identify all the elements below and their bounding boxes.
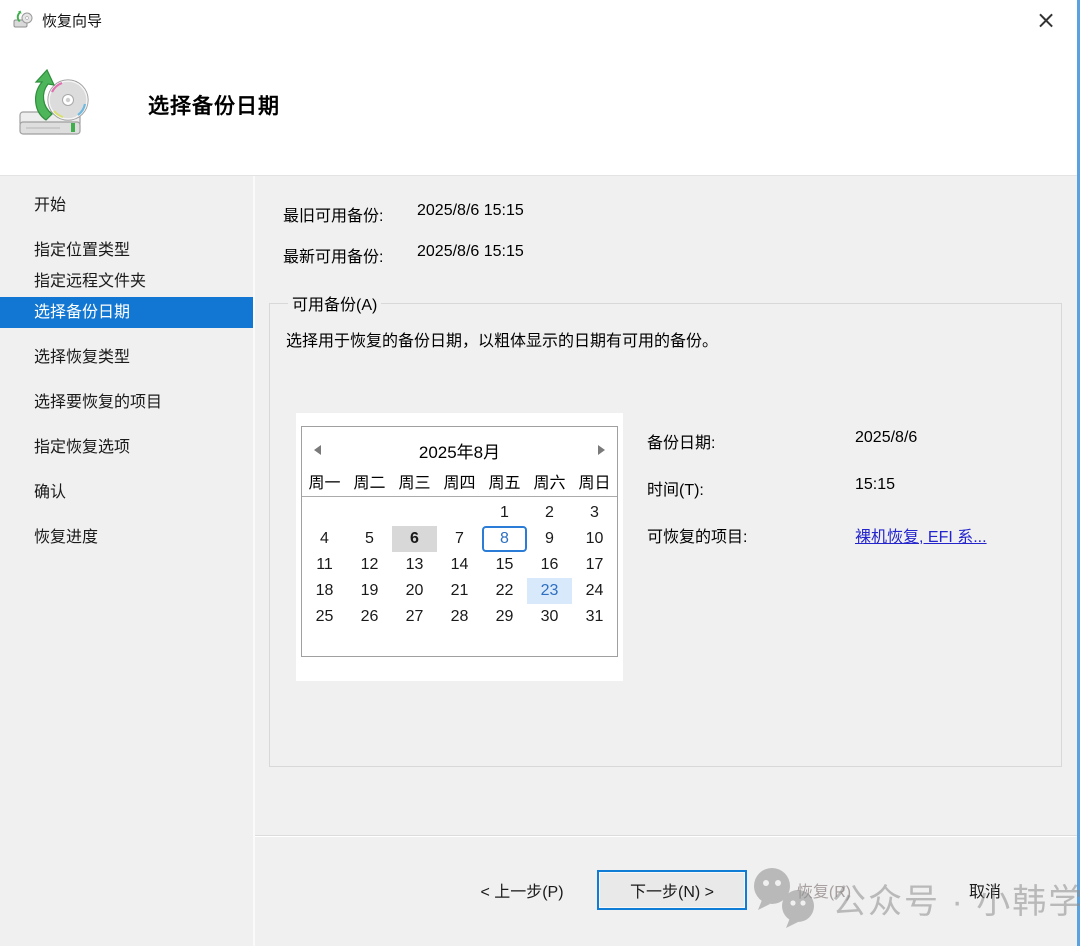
calendar-day[interactable]: 20: [392, 578, 437, 604]
calendar-day[interactable]: 6: [392, 526, 437, 552]
content-area: 最旧可用备份: 2025/8/6 15:15 最新可用备份: 2025/8/6 …: [255, 176, 1077, 835]
newest-backup-label: 最新可用备份:: [283, 243, 417, 267]
app-icon: [13, 10, 33, 30]
backup-details: 备份日期:2025/8/6时间(T):15:15可恢复的项目:裸机恢复, EFI…: [647, 429, 987, 681]
window-title: 恢复向导: [42, 10, 102, 31]
cancel-button[interactable]: 取消: [929, 870, 1041, 910]
next-button[interactable]: 下一步(N) >: [597, 870, 747, 910]
calendar-day[interactable]: 22: [482, 578, 527, 604]
detail-label: 可恢复的项目:: [647, 523, 855, 547]
previous-button[interactable]: < 上一步(P): [457, 870, 587, 910]
sidebar-item: 恢复进度: [0, 522, 253, 553]
sidebar-steps: 开始指定位置类型指定远程文件夹选择备份日期选择恢复类型选择要恢复的项目指定恢复选…: [0, 176, 255, 946]
newest-backup-row: 最新可用备份: 2025/8/6 15:15: [283, 243, 1062, 267]
calendar-day[interactable]: 21: [437, 578, 482, 604]
sidebar-item: 指定位置类型: [0, 235, 253, 266]
weekday-label: 周三: [392, 469, 437, 493]
calendar-day[interactable]: 24: [572, 578, 617, 604]
close-icon[interactable]: ×: [1029, 5, 1063, 35]
weekday-label: 周二: [347, 469, 392, 493]
detail-label: 备份日期:: [647, 429, 855, 453]
calendar-details-row: 2025年8月 周一周二周三周四周五周六周日 12345678910111213…: [284, 413, 1047, 681]
calendar-day[interactable]: 7: [437, 526, 482, 552]
calendar-day[interactable]: 1: [482, 500, 527, 526]
detail-row: 备份日期:2025/8/6: [647, 429, 987, 453]
detail-row: 可恢复的项目:裸机恢复, EFI 系...: [647, 523, 987, 547]
page-title: 选择备份日期: [148, 90, 280, 120]
calendar-day[interactable]: 3: [572, 500, 617, 526]
titlebar: 恢复向导 ×: [0, 0, 1077, 40]
weekday-label: 周日: [572, 469, 617, 493]
wizard-body: 开始指定位置类型指定远程文件夹选择备份日期选择恢复类型选择要恢复的项目指定恢复选…: [0, 176, 1077, 946]
weekday-label: 周五: [482, 469, 527, 493]
calendar-day[interactable]: 5: [347, 526, 392, 552]
calendar-day[interactable]: 27: [392, 604, 437, 630]
weekday-label: 周四: [437, 469, 482, 493]
sidebar-item: 选择要恢复的项目: [0, 387, 253, 418]
calendar-day[interactable]: 16: [527, 552, 572, 578]
recovery-wizard-window: 恢复向导 ×: [0, 0, 1080, 946]
oldest-backup-row: 最旧可用备份: 2025/8/6 15:15: [283, 202, 1062, 226]
calendar-day[interactable]: 18: [302, 578, 347, 604]
calendar-day[interactable]: 25: [302, 604, 347, 630]
calendar-grid: 1234567891011121314151617181920212223242…: [302, 500, 617, 630]
recover-button: 恢复(R): [765, 870, 883, 910]
recoverable-items-link[interactable]: 裸机恢复, EFI 系...: [855, 523, 987, 547]
calendar-day[interactable]: 28: [437, 604, 482, 630]
calendar-day[interactable]: 17: [572, 552, 617, 578]
sidebar-item: 选择恢复类型: [0, 342, 253, 373]
backup-restore-icon: [16, 66, 94, 150]
calendar-weekday-row: 周一周二周三周四周五周六周日: [302, 469, 617, 497]
oldest-backup-label: 最旧可用备份:: [283, 202, 417, 226]
calendar-control: 2025年8月 周一周二周三周四周五周六周日 12345678910111213…: [301, 426, 618, 657]
calendar-day[interactable]: 31: [572, 604, 617, 630]
groupbox-description: 选择用于恢复的备份日期，以粗体显示的日期有可用的备份。: [286, 327, 1047, 351]
calendar-day[interactable]: 11: [302, 552, 347, 578]
calendar-day[interactable]: 8: [482, 526, 527, 552]
calendar-day: [437, 500, 482, 526]
groupbox-legend: 可用备份(A): [288, 291, 381, 315]
sidebar-item: 确认: [0, 477, 253, 508]
calendar-day[interactable]: 10: [572, 526, 617, 552]
calendar-day[interactable]: 29: [482, 604, 527, 630]
detail-label: 时间(T):: [647, 476, 855, 500]
weekday-label: 周一: [302, 469, 347, 493]
calendar-day[interactable]: 9: [527, 526, 572, 552]
calendar-day[interactable]: 4: [302, 526, 347, 552]
calendar-day[interactable]: 13: [392, 552, 437, 578]
calendar-next-month-icon[interactable]: [598, 445, 605, 455]
calendar-month-title: 2025年8月: [321, 438, 598, 463]
detail-value: 15:15: [855, 476, 895, 500]
weekday-label: 周六: [527, 469, 572, 493]
detail-value: 2025/8/6: [855, 429, 917, 453]
calendar-day[interactable]: 15: [482, 552, 527, 578]
calendar-day: [392, 500, 437, 526]
wizard-header: 选择备份日期: [0, 40, 1077, 176]
sidebar-item: 指定恢复选项: [0, 432, 253, 463]
calendar-day: [302, 500, 347, 526]
sidebar-item: 开始: [0, 190, 253, 221]
newest-backup-value: 2025/8/6 15:15: [417, 243, 524, 267]
sidebar-item: 指定远程文件夹: [0, 266, 253, 297]
content-column: 最旧可用备份: 2025/8/6 15:15 最新可用备份: 2025/8/6 …: [255, 176, 1077, 946]
calendar-day[interactable]: 12: [347, 552, 392, 578]
detail-row: 时间(T):15:15: [647, 476, 987, 500]
oldest-backup-value: 2025/8/6 15:15: [417, 202, 524, 226]
button-bar: < 上一步(P) 下一步(N) > 恢复(R) 取消: [255, 835, 1077, 946]
calendar-day[interactable]: 2: [527, 500, 572, 526]
calendar-day[interactable]: 30: [527, 604, 572, 630]
calendar-header: 2025年8月: [302, 435, 617, 465]
calendar-day: [347, 500, 392, 526]
calendar-prev-month-icon[interactable]: [314, 445, 321, 455]
calendar-day[interactable]: 26: [347, 604, 392, 630]
calendar-day[interactable]: 14: [437, 552, 482, 578]
calendar-panel: 2025年8月 周一周二周三周四周五周六周日 12345678910111213…: [296, 413, 623, 681]
calendar-day[interactable]: 19: [347, 578, 392, 604]
available-backups-groupbox: 可用备份(A) 选择用于恢复的备份日期，以粗体显示的日期有可用的备份。 2025…: [269, 291, 1062, 767]
calendar-day[interactable]: 23: [527, 578, 572, 604]
sidebar-item: 选择备份日期: [0, 297, 253, 328]
